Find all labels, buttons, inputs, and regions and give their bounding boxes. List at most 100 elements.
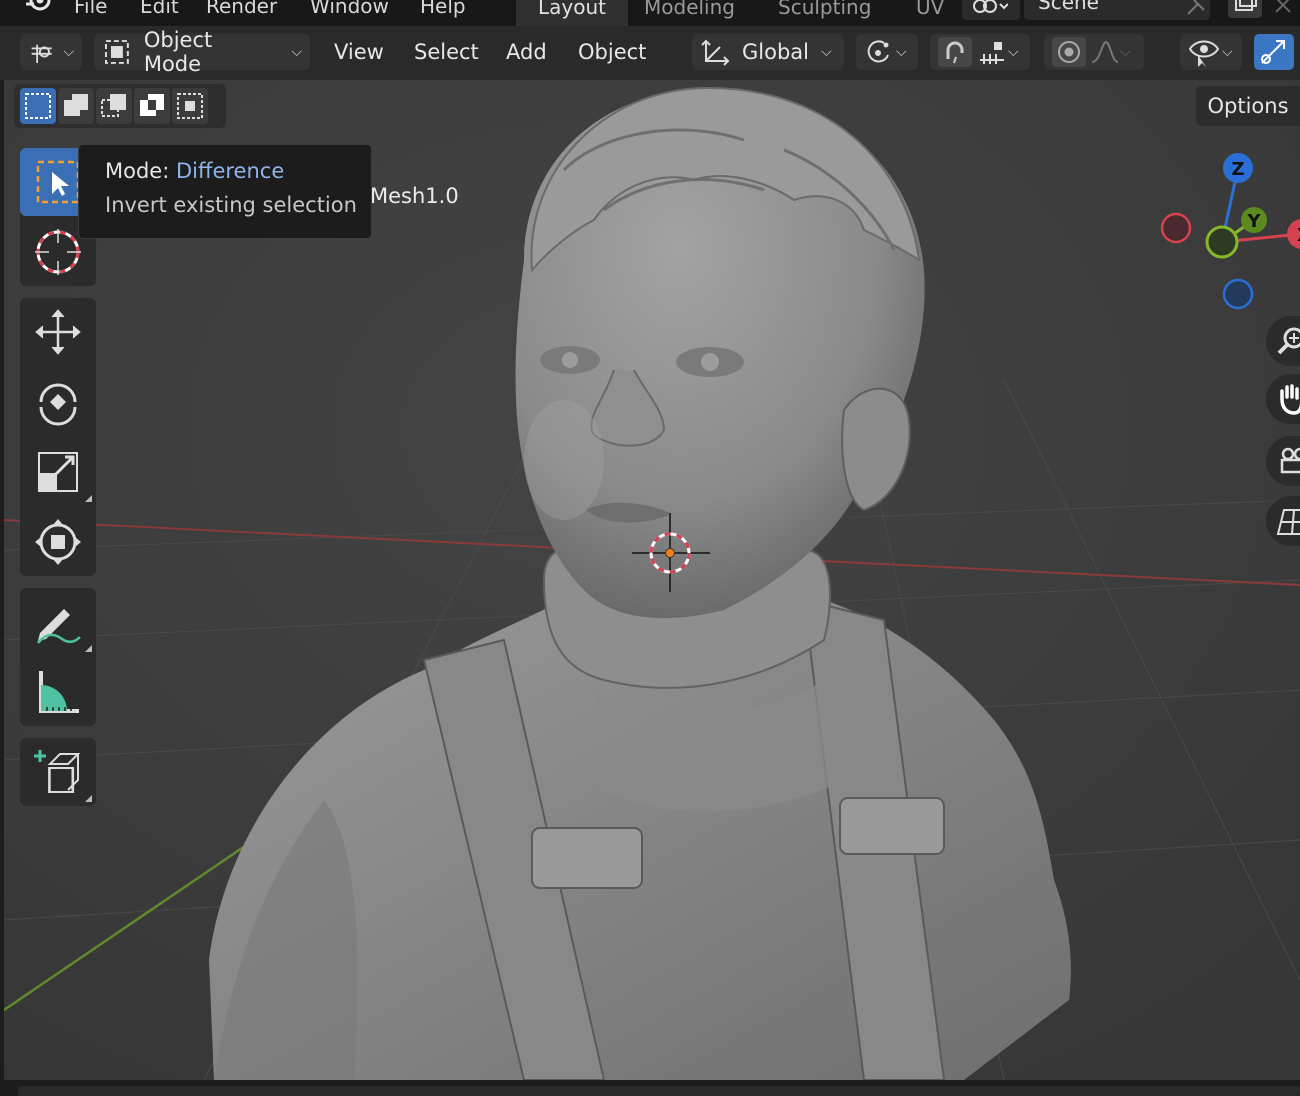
move-arrows-icon [35, 309, 81, 355]
selection-mode-tooltip: Mode: Difference Invert existing selecti… [78, 144, 372, 239]
pivot-point-icon [867, 40, 889, 63]
tool-rotate[interactable] [20, 368, 96, 436]
annotate-pencil-icon [37, 609, 81, 644]
tool-move[interactable] [20, 298, 96, 366]
chevron-down-icon: ⌵ [1222, 44, 1233, 60]
bottom-timeline-strip [0, 1080, 1300, 1096]
tooltip-description: Invert existing selection [105, 193, 357, 217]
select-difference-icon [140, 94, 164, 116]
menu-edit[interactable]: Edit [140, 0, 179, 18]
neg-x-axis-handle [1160, 212, 1192, 244]
perspective-grid-icon [1276, 509, 1300, 535]
tool-variants-indicator [85, 495, 92, 502]
menu-object[interactable]: Object [570, 34, 654, 70]
timeline-header[interactable] [18, 1086, 1300, 1096]
menu-render[interactable]: Render [206, 0, 277, 18]
orientation-label: Global [742, 40, 809, 64]
active-object-label: Mesh1.0 [370, 184, 459, 208]
hand-pan-icon [1280, 384, 1300, 415]
select-mode-new-button[interactable] [20, 88, 56, 124]
proportional-editing-controls[interactable]: ⌵ [1044, 34, 1144, 70]
select-mode-subtract-button[interactable] [96, 88, 132, 124]
chevron-down-icon: ⌵ [291, 44, 302, 60]
chevron-down-icon: ⌵ [1120, 44, 1131, 60]
menu-window[interactable]: Window [310, 0, 389, 18]
toolbar-group-add [20, 738, 96, 806]
snapping-controls[interactable]: ⌵ [930, 34, 1030, 70]
close-window-icon[interactable] [1272, 0, 1294, 16]
zoom-magnifier-icon [1277, 327, 1300, 355]
tool-variants-indicator [85, 795, 92, 802]
3d-cursor-tool-icon [35, 229, 81, 275]
navigation-gizmo[interactable]: Y Z X [1150, 148, 1300, 318]
options-button[interactable]: Options [1196, 86, 1300, 126]
rotate-icon [39, 383, 77, 426]
tool-scale[interactable] [20, 438, 96, 506]
snap-increment-icon [980, 42, 1004, 64]
gizmo-arrows-icon [1261, 40, 1285, 64]
chevron-down-icon: ⌵ [1008, 44, 1019, 60]
gizmo-z-label: Z [1231, 159, 1244, 180]
3d-viewport-icon [31, 44, 52, 63]
scene-icon [973, 0, 1008, 13]
editor-type-button[interactable]: ⌵ [20, 34, 82, 70]
magnet-icon [946, 41, 964, 64]
blender-logo-icon[interactable] [20, 0, 56, 18]
chevron-down-icon: ⌵ [63, 44, 74, 60]
tab-layout[interactable]: Layout [516, 0, 628, 26]
toolbar-group-annotate [20, 588, 96, 726]
select-new-icon [25, 93, 51, 119]
tool-transform[interactable] [20, 508, 96, 576]
scene-type-selector[interactable] [962, 0, 1020, 20]
tool-annotate[interactable] [20, 588, 96, 656]
chevron-down-icon: ⌵ [821, 44, 832, 60]
add-cube-icon [34, 750, 81, 793]
select-mode-difference-button[interactable] [134, 88, 170, 124]
tool-add-cube[interactable] [20, 738, 96, 806]
scale-icon [38, 452, 78, 492]
transform-icon [35, 519, 81, 565]
selection-mode-group [14, 84, 226, 128]
tool-variants-indicator [85, 645, 92, 652]
select-mode-intersect-button[interactable] [172, 88, 208, 124]
chevron-down-icon: ⌵ [896, 44, 907, 60]
camera-icon [1280, 447, 1300, 474]
pin-icon[interactable] [1184, 0, 1210, 18]
neg-z-axis-handle [1222, 278, 1254, 310]
snap-toggle[interactable] [938, 37, 972, 67]
select-mode-extend-button[interactable] [58, 88, 94, 124]
tooltip-key: Mode: [105, 159, 170, 183]
menu-add[interactable]: Add [498, 34, 555, 70]
tab-uv[interactable]: UV [894, 0, 966, 26]
pivot-point-selector[interactable]: ⌵ [856, 34, 918, 70]
menu-help[interactable]: Help [420, 0, 466, 18]
top-menu-bar: File Edit Render Window Help Layout Mode… [0, 0, 1300, 26]
select-box-icon [36, 160, 80, 204]
proportional-circle-icon [1058, 41, 1080, 63]
tab-modeling[interactable]: Modeling [622, 0, 757, 26]
select-subtract-icon [101, 94, 126, 117]
object-mode-icon [104, 40, 129, 64]
menu-select[interactable]: Select [406, 34, 487, 70]
scene-name: Scene [1038, 0, 1099, 14]
mode-label: Object Mode [143, 28, 213, 76]
falloff-curve-icon [1091, 40, 1119, 63]
scene-name-field[interactable]: Scene [1024, 0, 1210, 20]
object-name: Mesh1.0 [370, 184, 459, 208]
select-extend-icon [64, 94, 88, 116]
select-intersect-icon [177, 93, 203, 119]
tab-sculpting[interactable]: Sculpting [756, 0, 893, 26]
tooltip-mode-row: Mode: Difference [105, 159, 371, 183]
tool-measure[interactable] [20, 658, 96, 726]
transform-orientation-selector[interactable]: Global ⌵ [692, 34, 844, 70]
copy-window-icon [1235, 0, 1257, 11]
gizmo-toggle-button[interactable] [1254, 34, 1294, 70]
eye-cursor-icon [1188, 40, 1220, 67]
mode-selector[interactable]: Object Mode ⌵ [94, 28, 310, 76]
proportional-edit-toggle[interactable] [1052, 37, 1086, 67]
new-window-button[interactable] [1228, 0, 1262, 18]
menu-view[interactable]: View [326, 34, 392, 70]
visibility-selector[interactable]: ⌵ [1180, 34, 1242, 70]
viewport-header: ⌵ Object Mode ⌵ View Select Add Object G… [0, 26, 1300, 80]
menu-file[interactable]: File [74, 0, 107, 18]
